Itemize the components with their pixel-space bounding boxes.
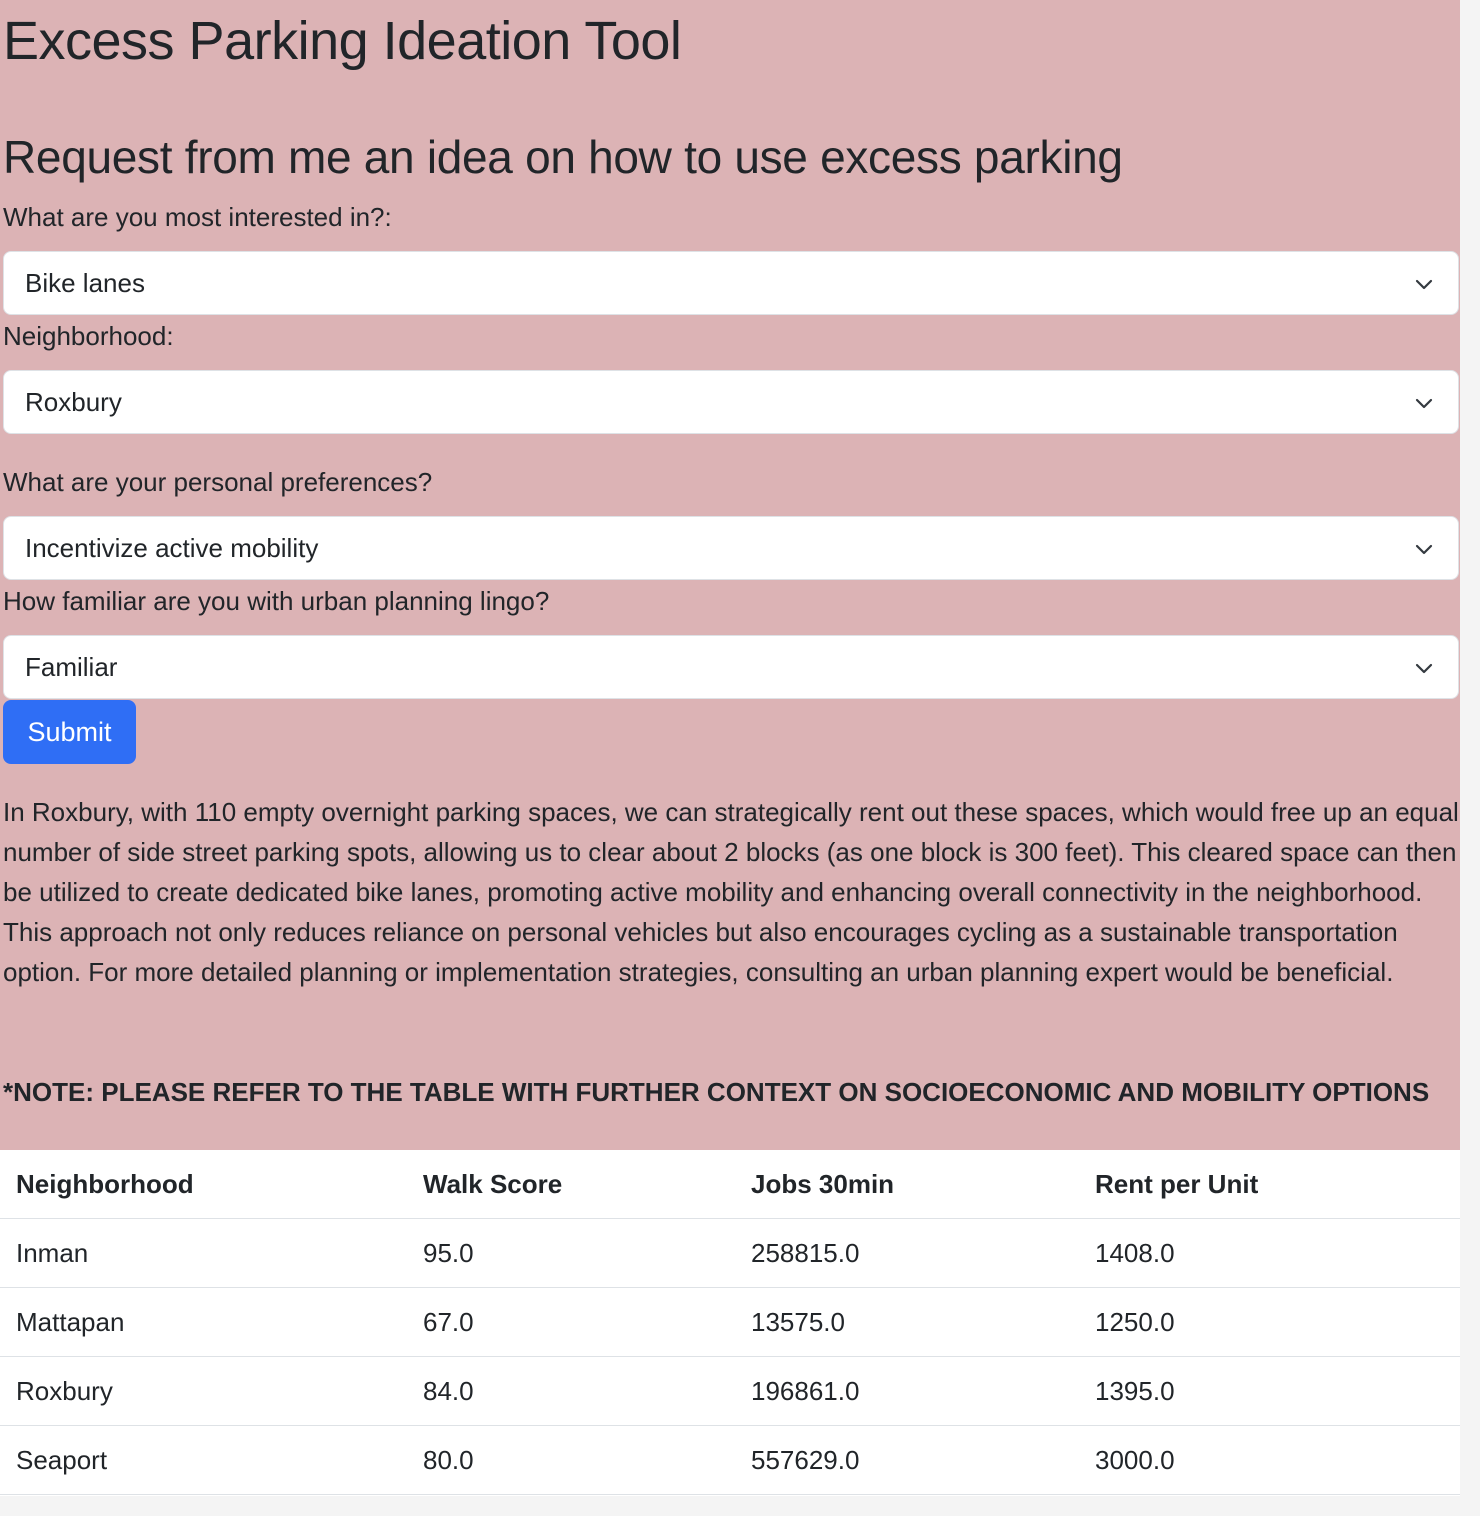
column-header-walk-score: Walk Score bbox=[407, 1150, 735, 1219]
neighborhood-table-container: Neighborhood Walk Score Jobs 30min Rent … bbox=[0, 1150, 1460, 1496]
table-row: Roxbury 84.0 196861.0 1395.0 bbox=[0, 1356, 1460, 1426]
table-header-row: Neighborhood Walk Score Jobs 30min Rent … bbox=[0, 1150, 1460, 1219]
cell-walk-score: 67.0 bbox=[407, 1287, 735, 1357]
cell-jobs-30min: 196861.0 bbox=[735, 1356, 1079, 1426]
cell-jobs-30min: 258815.0 bbox=[735, 1218, 1079, 1288]
page-title: Excess Parking Ideation Tool bbox=[3, 11, 682, 71]
table-row: Mattapan 67.0 13575.0 1250.0 bbox=[0, 1287, 1460, 1357]
table-row: Inman 95.0 258815.0 1408.0 bbox=[0, 1218, 1460, 1288]
cell-walk-score: 84.0 bbox=[407, 1356, 735, 1426]
column-header-jobs-30min: Jobs 30min bbox=[735, 1150, 1079, 1219]
cell-rent-per-unit: 1408.0 bbox=[1079, 1218, 1460, 1288]
submit-button[interactable]: Submit bbox=[3, 700, 136, 764]
cell-rent-per-unit: 1250.0 bbox=[1079, 1287, 1460, 1357]
cell-neighborhood: Mattapan bbox=[0, 1287, 407, 1357]
interest-select[interactable]: Bike lanes bbox=[3, 251, 1459, 315]
neighborhood-select[interactable]: Roxbury bbox=[3, 370, 1459, 434]
neighborhood-label: Neighborhood: bbox=[3, 321, 174, 351]
preferences-select[interactable]: Incentivize active mobility bbox=[3, 516, 1459, 580]
familiarity-select[interactable]: Familiar bbox=[3, 635, 1459, 699]
cell-walk-score: 95.0 bbox=[407, 1218, 735, 1288]
preferences-select-value: Incentivize active mobility bbox=[25, 533, 319, 563]
preferences-label: What are your personal preferences? bbox=[3, 467, 433, 497]
cell-jobs-30min: 557629.0 bbox=[735, 1425, 1079, 1495]
cell-jobs-30min: 13575.0 bbox=[735, 1287, 1079, 1357]
cell-rent-per-unit: 3000.0 bbox=[1079, 1425, 1460, 1495]
page-subtitle: Request from me an idea on how to use ex… bbox=[3, 131, 1123, 183]
chevron-down-icon bbox=[1415, 663, 1433, 674]
column-header-neighborhood: Neighborhood bbox=[0, 1150, 407, 1219]
cell-neighborhood: Seaport bbox=[0, 1425, 407, 1495]
chevron-down-icon bbox=[1415, 279, 1433, 290]
cell-neighborhood: Roxbury bbox=[0, 1356, 407, 1426]
chevron-down-icon bbox=[1415, 544, 1433, 555]
result-text: In Roxbury, with 110 empty overnight par… bbox=[3, 797, 1459, 987]
familiarity-select-value: Familiar bbox=[25, 652, 118, 682]
cell-neighborhood: Inman bbox=[0, 1218, 407, 1288]
cell-rent-per-unit: 1395.0 bbox=[1079, 1356, 1460, 1426]
neighborhood-table: Neighborhood Walk Score Jobs 30min Rent … bbox=[0, 1150, 1460, 1495]
result-note: *NOTE: PLEASE REFER TO THE TABLE WITH FU… bbox=[3, 1077, 1430, 1107]
familiarity-label: How familiar are you with urban planning… bbox=[3, 586, 550, 616]
interest-select-value: Bike lanes bbox=[25, 268, 145, 298]
neighborhood-select-value: Roxbury bbox=[25, 387, 122, 417]
table-row: Seaport 80.0 557629.0 3000.0 bbox=[0, 1425, 1460, 1495]
column-header-rent-per-unit: Rent per Unit bbox=[1079, 1150, 1460, 1219]
chevron-down-icon bbox=[1415, 398, 1433, 409]
cell-walk-score: 80.0 bbox=[407, 1425, 735, 1495]
interest-label: What are you most interested in?: bbox=[3, 202, 392, 232]
